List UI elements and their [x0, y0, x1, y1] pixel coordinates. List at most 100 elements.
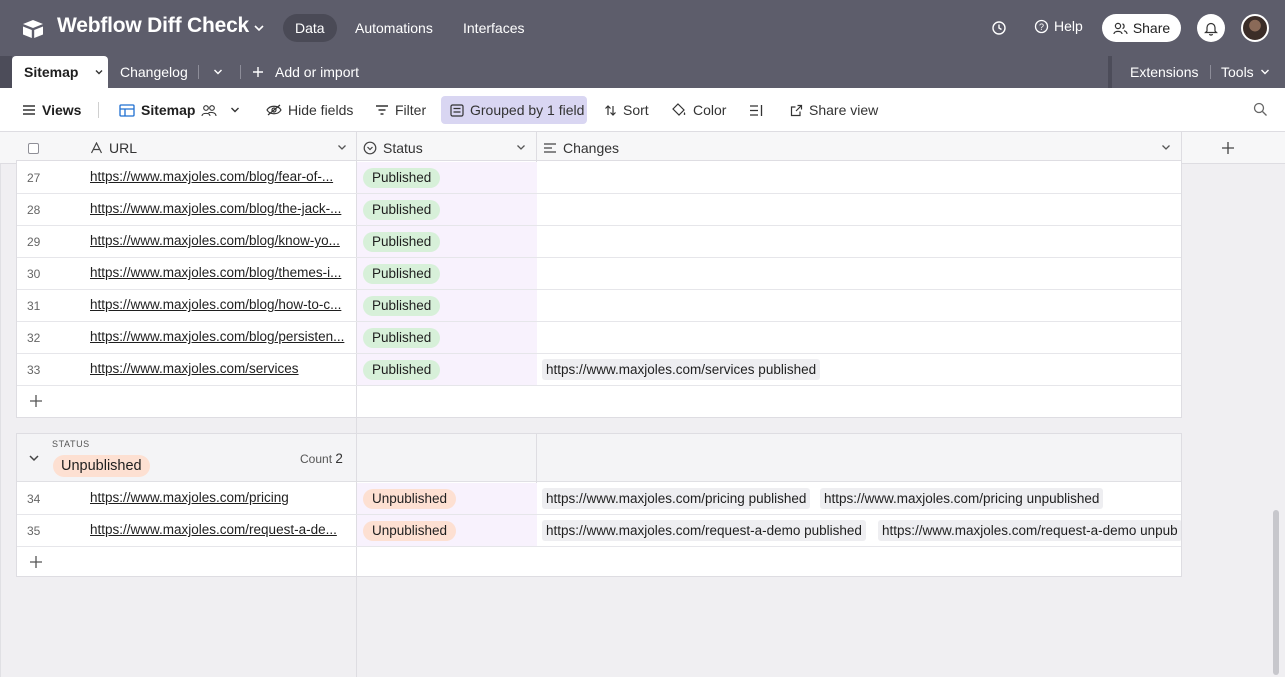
status-cell[interactable]: Unpublished: [357, 483, 537, 514]
hide-fields-button[interactable]: Hide fields: [266, 100, 353, 120]
plus-icon[interactable]: [252, 66, 264, 78]
table-row[interactable]: 27 https://www.maxjoles.com/blog/fear-of…: [17, 162, 1181, 194]
group-published: 27 https://www.maxjoles.com/blog/fear-of…: [16, 160, 1182, 418]
select-all-checkbox[interactable]: [28, 143, 39, 154]
sort-button[interactable]: Sort: [604, 100, 649, 120]
table-tab-label: Sitemap: [24, 64, 79, 80]
airtable-logo-icon[interactable]: [20, 15, 46, 41]
grouped-button-content[interactable]: Grouped by 1 field: [450, 100, 584, 120]
help-button[interactable]: ? Help: [1034, 18, 1083, 34]
notifications-button[interactable]: [1197, 14, 1225, 42]
chevron-down-icon[interactable]: [252, 21, 266, 35]
plus-icon[interactable]: [1221, 141, 1235, 155]
table-row[interactable]: 30 https://www.maxjoles.com/blog/themes-…: [17, 258, 1181, 290]
table-row[interactable]: 35 https://www.maxjoles.com/request-a-de…: [17, 515, 1181, 547]
table-row[interactable]: 34 https://www.maxjoles.com/pricing Unpu…: [17, 483, 1181, 515]
column-header-status[interactable]: Status: [363, 140, 423, 156]
status-cell[interactable]: Published: [357, 290, 537, 321]
chevron-down-icon[interactable]: [28, 452, 40, 464]
status-badge: Published: [363, 264, 441, 284]
row-number: 31: [27, 299, 41, 313]
row-number: 30: [27, 267, 41, 281]
vertical-scrollbar[interactable]: [1273, 510, 1279, 675]
url-link[interactable]: https://www.maxjoles.com/services: [90, 361, 353, 376]
share-view-button[interactable]: Share view: [790, 100, 878, 120]
status-cell[interactable]: Published: [357, 162, 537, 193]
share-view-label: Share view: [809, 102, 879, 118]
tools-button[interactable]: Tools: [1221, 56, 1254, 88]
nav-tab-interfaces[interactable]: Interfaces: [451, 14, 536, 42]
status-cell[interactable]: Unpublished: [357, 515, 537, 546]
plus-icon[interactable]: [29, 394, 43, 408]
url-link[interactable]: https://www.maxjoles.com/blog/fear-of-..…: [90, 169, 353, 184]
url-link[interactable]: https://www.maxjoles.com/blog/know-yo...: [90, 233, 353, 248]
base-title[interactable]: Webflow Diff Check: [57, 14, 249, 38]
people-icon: [201, 104, 218, 116]
nav-tab-automations[interactable]: Automations: [343, 14, 445, 42]
column-header-url[interactable]: URL: [90, 140, 137, 156]
table-row[interactable]: 31 https://www.maxjoles.com/blog/how-to-…: [17, 290, 1181, 322]
table-row[interactable]: 32 https://www.maxjoles.com/blog/persist…: [17, 322, 1181, 354]
filter-button[interactable]: Filter: [375, 100, 426, 120]
view-toolbar: Views Sitemap Hide fields Filter Grouped…: [0, 88, 1285, 132]
table-row[interactable]: 28 https://www.maxjoles.com/blog/the-jac…: [17, 194, 1181, 226]
table-row[interactable]: 29 https://www.maxjoles.com/blog/know-yo…: [17, 226, 1181, 258]
row-number: 33: [27, 363, 41, 377]
chevron-down-icon[interactable]: [337, 142, 347, 152]
filter-label: Filter: [395, 102, 427, 118]
row-height-icon[interactable]: [749, 104, 764, 117]
chevron-down-icon[interactable]: [212, 66, 224, 78]
url-link[interactable]: https://www.maxjoles.com/blog/the-jack-.…: [90, 201, 353, 216]
status-cell[interactable]: Published: [357, 258, 537, 289]
add-record-row[interactable]: [17, 386, 1181, 417]
color-label: Color: [693, 102, 727, 118]
app-header: Webflow Diff Check Data Automations Inte…: [0, 0, 1285, 56]
search-icon[interactable]: [1253, 102, 1268, 117]
url-link[interactable]: https://www.maxjoles.com/pricing: [90, 490, 353, 505]
status-cell[interactable]: Published: [357, 226, 537, 257]
extensions-button[interactable]: Extensions: [1130, 56, 1198, 88]
url-link[interactable]: https://www.maxjoles.com/blog/how-to-c..…: [90, 297, 353, 312]
url-link[interactable]: https://www.maxjoles.com/blog/themes-i..…: [90, 265, 353, 280]
color-button[interactable]: Color: [672, 100, 726, 120]
status-badge: Published: [363, 232, 441, 252]
column-label: Status: [383, 140, 423, 156]
single-select-icon: [363, 141, 377, 155]
table-row[interactable]: 33 https://www.maxjoles.com/services Pub…: [17, 354, 1181, 386]
share-button[interactable]: Share: [1102, 14, 1181, 42]
chevron-down-icon[interactable]: [94, 67, 104, 77]
column-header-changes[interactable]: Changes: [543, 140, 619, 156]
grid-left-edge: [0, 164, 1, 677]
status-cell[interactable]: Published: [357, 354, 537, 385]
tab-divider: [240, 65, 241, 79]
status-badge: Unpublished: [363, 489, 457, 509]
group-header[interactable]: STATUS Unpublished Count 2: [17, 434, 1181, 482]
history-icon[interactable]: [991, 20, 1007, 36]
row-number: 32: [27, 331, 41, 345]
paint-bucket-icon: [672, 103, 686, 116]
add-or-import-button[interactable]: Add or import: [275, 56, 359, 88]
group-unpublished: STATUS Unpublished Count 2 34 https://ww…: [16, 433, 1182, 577]
chevron-down-icon[interactable]: [1259, 66, 1271, 78]
view-switcher[interactable]: Sitemap: [119, 100, 241, 120]
chevron-down-icon[interactable]: [1161, 142, 1171, 152]
avatar[interactable]: [1241, 14, 1269, 42]
column-label: Changes: [563, 140, 620, 156]
status-cell[interactable]: Published: [357, 194, 537, 225]
add-record-row[interactable]: [17, 547, 1181, 578]
text-field-icon: [90, 142, 103, 154]
table-tab-changelog[interactable]: Changelog: [120, 56, 188, 88]
status-badge: Published: [363, 360, 441, 380]
nav-tab-data[interactable]: Data: [283, 14, 337, 42]
status-cell[interactable]: Published: [357, 322, 537, 353]
sort-label: Sort: [623, 102, 649, 118]
table-tab-sitemap[interactable]: Sitemap: [12, 56, 108, 88]
views-button[interactable]: Views: [22, 100, 81, 120]
hamburger-icon: [23, 105, 35, 115]
chevron-down-icon[interactable]: [516, 142, 526, 152]
url-link[interactable]: https://www.maxjoles.com/blog/persisten.…: [90, 329, 353, 344]
help-label: Help: [1054, 18, 1083, 34]
url-link[interactable]: https://www.maxjoles.com/request-a-de...: [90, 522, 353, 537]
plus-icon[interactable]: [29, 555, 43, 569]
tab-divider: [1210, 65, 1211, 79]
